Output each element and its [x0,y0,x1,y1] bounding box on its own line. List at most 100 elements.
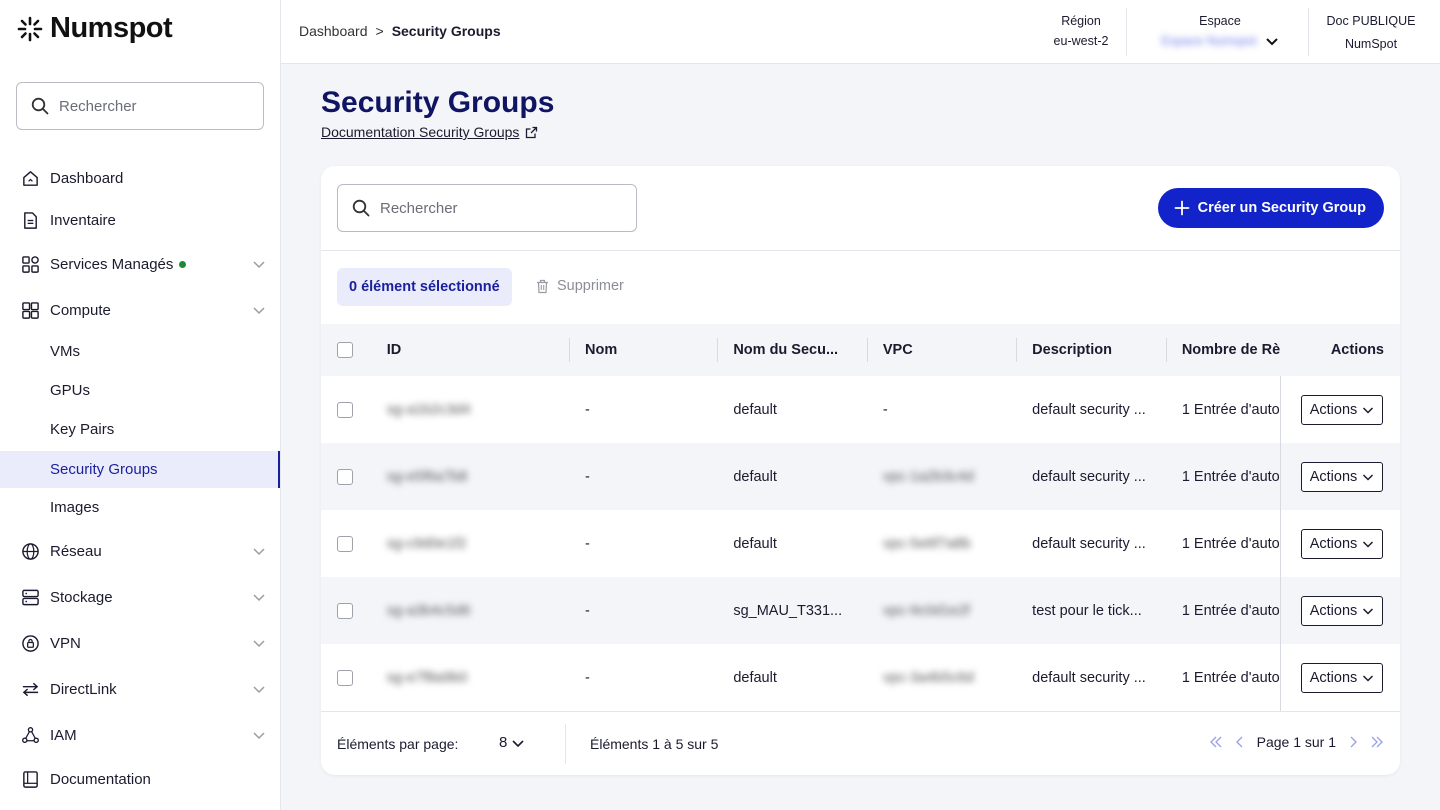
column-header-sg-name[interactable]: Nom du Secu... [717,324,867,376]
per-page-label: Éléments par page: [337,736,459,752]
table-row[interactable]: sg-a1b2c3d4- default - default security ...… [321,376,1400,443]
sidebar-item-label: GPUs [50,382,91,399]
column-header-vpc[interactable]: VPC [866,324,1016,376]
space-selector[interactable]: Espace Espace Numspot [1137,14,1303,48]
column-header-description[interactable]: Description [1016,324,1166,376]
status-dot [179,260,187,268]
delete-button-label: Supprimer [557,278,624,294]
chevron-down-icon [512,739,524,747]
delete-button[interactable]: Supprimer [536,278,624,294]
cell-id[interactable]: sg-c9d0e1f2 [371,510,569,577]
sidebar-item-images[interactable]: Images [0,489,280,526]
divider [321,250,1400,251]
sidebar-item-services-manages[interactable]: Services Managés [0,245,280,283]
table-header-row: ID Nom Nom du Secu... VPC Description No… [321,324,1400,376]
table-row[interactable]: sg-e5f6a7b8- default vpc-1a2b3c4d default s… [321,443,1400,510]
sidebar-item-label: Images [50,499,100,516]
row-actions-button[interactable]: Actions [1300,662,1384,693]
documentation-link[interactable]: Documentation Security Groups [321,124,538,140]
row-checkbox[interactable] [337,401,353,418]
sidebar-search[interactable] [16,82,264,130]
cell-sg-name: default [733,669,777,686]
column-header-nom[interactable]: Nom [569,324,717,376]
table-row[interactable]: sg-a3b4c5d6- sg_MAU_T331... vpc-9c0d1e2f te… [321,577,1400,644]
doc-publique-link[interactable]: Doc PUBLIQUE NumSpot [1321,14,1421,51]
vpn-icon [20,633,40,653]
page-indicator: Page 1 sur 1 [1256,734,1336,750]
cell-id[interactable]: sg-a1b2c3d4 [371,376,569,443]
row-select-cell [321,510,371,577]
home-icon [20,168,40,188]
cell-description: default security ... [1032,535,1146,552]
chevron-down-icon [253,594,265,602]
header-divider [1126,8,1127,56]
column-header-rules[interactable]: Nombre de Rè [1165,324,1280,376]
cell-rules: 1 Entrée d'auto [1181,401,1280,418]
doc-value: NumSpot [1344,37,1398,51]
next-page-icon[interactable] [1346,735,1360,749]
per-page-select[interactable]: 8 [499,734,525,751]
table-row[interactable]: sg-e7f8a9b0- default vpc-3a4b5c6d default s… [321,644,1400,711]
row-actions-button[interactable]: Actions [1300,394,1384,425]
table-search-input[interactable] [380,199,620,217]
cell-description: default security ... [1032,669,1146,686]
cell-nom: - [585,535,590,552]
cell-vpc: vpc-9c0d1e2f [882,602,970,619]
previous-page-icon[interactable] [1233,735,1247,749]
cell-vpc: vpc-5e6f7a8b [882,535,971,552]
sidebar-item-reseau[interactable]: Réseau [0,532,280,570]
cell-sg-name: default [733,401,777,418]
table-footer: Éléments par page: 8 Éléments 1 à 5 sur … [321,711,1400,775]
range-label: Éléments 1 à 5 sur 5 [590,736,719,752]
row-actions-button[interactable]: Actions [1300,461,1384,492]
numspot-logo[interactable]: Numspot [16,12,173,45]
doc-label: Doc PUBLIQUE [1326,14,1416,28]
document-icon [20,210,40,230]
sidebar-item-documentation[interactable]: Documentation [0,760,280,798]
create-security-group-button[interactable]: Créer un Security Group [1157,188,1384,228]
sidebar-item-key-pairs[interactable]: Key Pairs [0,411,280,448]
sidebar-item-inventaire[interactable]: Inventaire [0,201,280,239]
sidebar-item-gpus[interactable]: GPUs [0,372,280,409]
cell-actions: Actions [1279,644,1400,711]
select-all-checkbox[interactable] [337,342,353,358]
directlink-icon [20,679,40,699]
column-header-id[interactable]: ID [371,324,569,376]
sidebar-item-security-groups[interactable]: Security Groups [0,451,280,488]
book-icon [20,769,40,789]
sidebar-item-vms[interactable]: VMs [0,333,280,370]
iam-icon [20,725,40,745]
cell-id[interactable]: sg-a3b4c5d6 [371,577,569,644]
sidebar-item-compute[interactable]: Compute [0,291,280,329]
table-search[interactable] [337,184,637,232]
chevron-down-icon [253,261,265,269]
chevron-down-icon [253,732,265,740]
table-row[interactable]: sg-c9d0e1f2- default vpc-5e6f7a8b default s… [321,510,1400,577]
sidebar-item-dashboard[interactable]: Dashboard [0,159,280,197]
sidebar-item-label: Services Managés [50,255,174,273]
row-actions-button[interactable]: Actions [1300,528,1384,559]
row-checkbox[interactable] [337,535,353,552]
sidebar-item-vpn[interactable]: VPN [0,624,280,662]
chevron-down-icon [253,548,265,556]
row-actions-button[interactable]: Actions [1300,595,1384,626]
row-checkbox[interactable] [337,468,353,485]
sidebar-item-iam[interactable]: IAM [0,716,280,754]
sidebar-item-label: Compute [50,301,111,319]
region-label: Région [1061,14,1101,28]
row-checkbox[interactable] [337,669,353,686]
breadcrumb-current: Security Groups [391,23,501,39]
cell-id[interactable]: sg-e5f6a7b8 [371,443,569,510]
breadcrumb-dashboard[interactable]: Dashboard [299,23,368,39]
row-checkbox[interactable] [337,602,353,619]
first-page-icon[interactable] [1209,735,1223,749]
cell-id[interactable]: sg-e7f8a9b0 [371,644,569,711]
last-page-icon[interactable] [1370,735,1384,749]
sidebar-item-stockage[interactable]: Stockage [0,578,280,616]
sidebar-item-label: Réseau [50,542,102,560]
chevron-down-icon [1363,406,1374,414]
sidebar-search-input[interactable] [59,97,249,115]
search-icon [352,199,370,217]
sidebar-item-directlink[interactable]: DirectLink [0,670,280,708]
cell-description: default security ... [1032,401,1146,418]
